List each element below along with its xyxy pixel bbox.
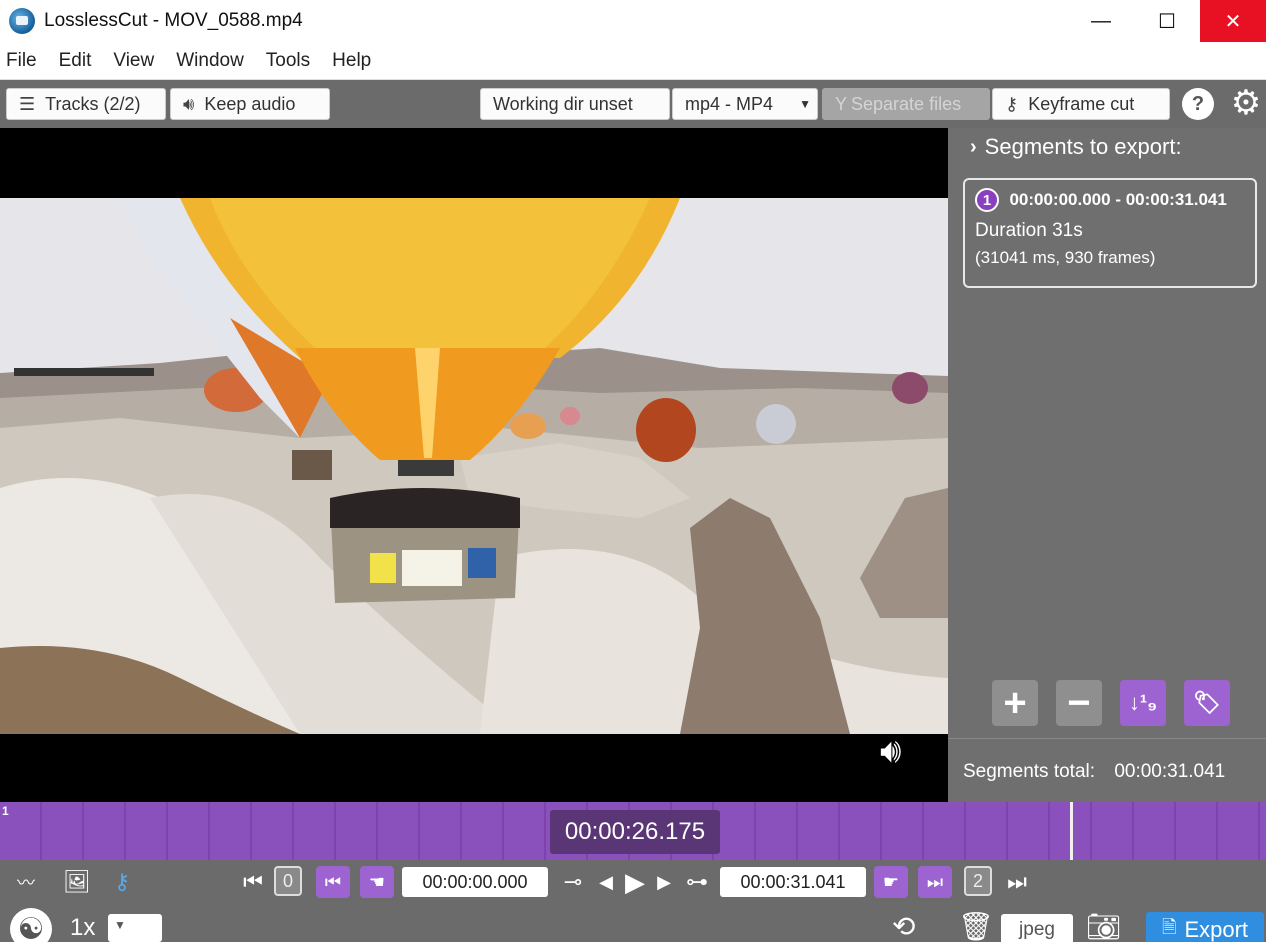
working-dir-label: Working dir unset — [493, 93, 633, 114]
export-button[interactable]: 🗎 Export — [1146, 912, 1264, 942]
minus-icon: − — [1067, 680, 1091, 725]
export-label: Export — [1184, 917, 1249, 942]
timeline[interactable]: 1 00:00:26.175 — [0, 802, 1266, 860]
rotate-icon[interactable]: ⟲ — [892, 910, 915, 942]
menu-view[interactable]: View — [113, 50, 154, 72]
chevron-down-icon: ▼ — [799, 97, 811, 111]
menu-bar: File Edit View Window Tools Help — [0, 42, 1266, 80]
jump-to-end-icon[interactable]: ⏭ — [1004, 866, 1030, 898]
set-cut-start-button[interactable]: ☚ — [360, 866, 394, 898]
list-icon: ☰ — [19, 93, 36, 114]
volume-icon[interactable]: 🔊︎ — [880, 732, 934, 776]
yin-yang-icon[interactable]: ☯ — [10, 908, 52, 942]
menu-tools[interactable]: Tools — [266, 50, 310, 72]
tag-icon: 🏷︎ — [1193, 690, 1221, 715]
key-left-icon[interactable]: ⊸ — [556, 866, 590, 898]
menu-file[interactable]: File — [6, 50, 37, 72]
app-icon — [9, 8, 35, 34]
trash-icon[interactable]: 🗑︎ — [958, 910, 994, 942]
keyframe-cut-button[interactable]: ⚷ Keyframe cut — [992, 88, 1170, 120]
video-player[interactable]: 🔊︎ — [0, 128, 948, 802]
segments-sidebar: › Segments to export: 1 00:00:00.000 - 0… — [948, 128, 1266, 802]
merge-icon: Y — [835, 93, 848, 114]
export-file-icon: 🗎 — [1161, 917, 1177, 937]
keep-audio-button[interactable]: 🔊︎ Keep audio — [170, 88, 330, 120]
segment-actions: + − ↓¹₉ 🏷︎ — [992, 680, 1248, 726]
tracks-button[interactable]: ☰ Tracks (2/2) — [6, 88, 166, 120]
set-cut-end-button[interactable]: ☛ — [874, 866, 908, 898]
video-frame — [0, 198, 948, 734]
close-button[interactable]: ✕ — [1200, 0, 1266, 42]
toolbar: ☰ Tracks (2/2) 🔊︎ Keep audio Working dir… — [0, 80, 1266, 128]
segments-total-label: Segments total: — [963, 761, 1096, 782]
separate-files-button[interactable]: Y Separate files — [822, 88, 990, 120]
keyframes-key-icon[interactable]: ⚷ — [106, 866, 138, 898]
add-segment-button[interactable]: + — [992, 680, 1038, 726]
segments-total-value: 00:00:31.041 — [1114, 761, 1226, 782]
skip-end-icon: ⏭ — [926, 871, 944, 892]
key-right-icon[interactable]: ⊶ — [680, 866, 714, 898]
segment-frames: (31041 ms, 930 frames) — [975, 248, 1156, 267]
end-time-input[interactable]: 00:00:31.041 — [720, 867, 866, 897]
key-icon: ⚷ — [1005, 93, 1019, 114]
window-title: LosslessCut - MOV_0588.mp4 — [44, 10, 303, 31]
capture-format-select[interactable]: jpeg — [1001, 914, 1073, 942]
waveform-icon[interactable]: 〰 — [6, 866, 46, 898]
window-controls: — ☐ ✕ — [1068, 0, 1266, 42]
speaker-icon: 🔊︎ — [183, 93, 195, 114]
chevron-down-icon: ▼ — [114, 918, 126, 932]
playback-rate: 1x — [70, 914, 96, 941]
current-time-display: 00:00:26.175 — [550, 810, 720, 854]
separate-files-label: Separate files — [851, 93, 962, 114]
title-bar: LosslessCut - MOV_0588.mp4 — ☐ ✕ — [0, 0, 1266, 42]
format-label: mp4 - MP4 — [685, 93, 774, 114]
sort-segments-button[interactable]: ↓¹₉ — [1120, 680, 1166, 726]
step-back-icon[interactable]: ◀ — [596, 866, 616, 898]
menu-edit[interactable]: Edit — [59, 50, 92, 72]
end-segment-number[interactable]: 2 — [964, 866, 992, 896]
camera-icon[interactable]: 📷︎ — [1086, 910, 1122, 942]
minimize-button[interactable]: — — [1068, 0, 1134, 42]
segments-total: Segments total: 00:00:31.041 — [948, 738, 1266, 802]
segments-header-label: Segments to export: — [984, 134, 1182, 159]
skip-start-icon: ⏮ — [324, 871, 342, 892]
tracks-label: Tracks (2/2) — [45, 93, 141, 114]
hand-left-icon: ☚ — [368, 871, 386, 892]
segment-card[interactable]: 1 00:00:00.000 - 00:00:31.041 Duration 3… — [963, 178, 1257, 288]
segment-duration: Duration 31s — [975, 220, 1083, 241]
start-time-input[interactable]: 00:00:00.000 — [402, 867, 548, 897]
remove-segment-button[interactable]: − — [1056, 680, 1102, 726]
bottom-bar: ☯ 1x ▼ ⟲ 🗑︎ jpeg 📷︎ 🗎 Export — [0, 904, 1266, 942]
sort-numeric-icon: ↓¹₉ — [1128, 690, 1158, 715]
step-forward-icon[interactable]: ▶ — [654, 866, 674, 898]
jump-segment-end-button[interactable]: ⏭ — [918, 866, 952, 898]
menu-help[interactable]: Help — [332, 50, 371, 72]
plus-icon: + — [1003, 680, 1027, 725]
tag-segment-button[interactable]: 🏷︎ — [1184, 680, 1230, 726]
segment-number-badge: 1 — [975, 188, 999, 212]
hand-right-icon: ☛ — [882, 871, 900, 892]
jump-to-start-icon[interactable]: ⏮ — [240, 866, 266, 898]
video-frame-illustration — [0, 198, 948, 734]
working-dir-button[interactable]: Working dir unset — [480, 88, 670, 120]
segment-range: 00:00:00.000 - 00:00:31.041 — [1009, 190, 1227, 209]
jump-segment-start-button[interactable]: ⏮ — [316, 866, 350, 898]
settings-gear-icon[interactable]: ⚙ — [1228, 84, 1264, 122]
timeline-segment-number: 1 — [2, 804, 9, 818]
playback-rate-select[interactable]: ▼ — [108, 914, 162, 942]
format-select[interactable]: mp4 - MP4 ▼ — [672, 88, 818, 120]
start-segment-number[interactable]: 0 — [274, 866, 302, 896]
segments-header[interactable]: › Segments to export: — [970, 134, 1182, 160]
menu-window[interactable]: Window — [176, 50, 244, 72]
keep-audio-label: Keep audio — [204, 93, 296, 114]
playhead[interactable] — [1070, 802, 1073, 860]
keyframe-cut-label: Keyframe cut — [1028, 93, 1135, 114]
thumbnails-icon[interactable]: 🖼︎ — [60, 866, 94, 898]
playback-controls: 〰 🖼︎ ⚷ ⏮ 0 ⏮ ☚ 00:00:00.000 ⊸ ◀ ▶ ▶ ⊶ 00… — [0, 860, 1266, 904]
chevron-right-icon: › — [970, 135, 977, 158]
help-button[interactable]: ? — [1182, 88, 1214, 120]
maximize-button[interactable]: ☐ — [1134, 0, 1200, 42]
play-icon[interactable]: ▶ — [618, 866, 652, 898]
